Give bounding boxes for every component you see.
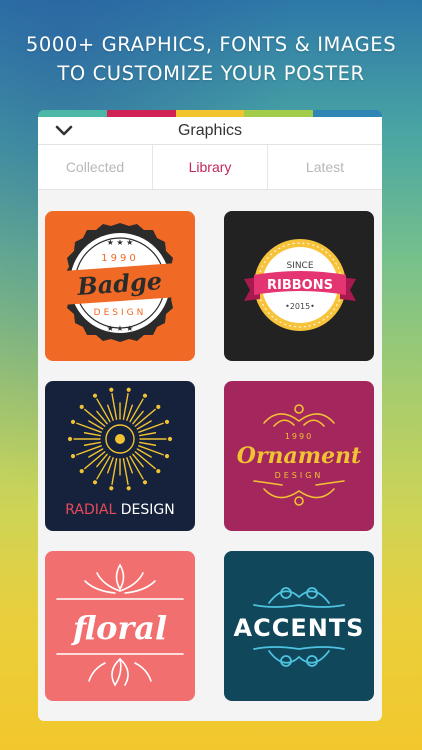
radial-dot (109, 387, 114, 392)
ribbons-year: •2015• (285, 302, 315, 311)
radial-dot (70, 454, 76, 459)
radial-dot (164, 419, 170, 424)
radial-dot (156, 404, 161, 409)
headline: 5000+ GRAPHICS, FONTS & IMAGES TO CUSTOM… (0, 30, 422, 88)
ribbons-graphic: SINCE RIBBONS •2015• (224, 211, 374, 361)
tile-floral[interactable]: floral (45, 551, 195, 701)
floral-graphic: floral (45, 551, 195, 701)
accents-graphic: ACCENTS (224, 551, 374, 701)
ornament-year: 1990 (285, 432, 313, 441)
radial-title: RADIAL DESIGN (65, 502, 174, 518)
radial-dot (156, 469, 161, 474)
ornament-title: Ornament (237, 443, 361, 469)
radial-dot (79, 404, 84, 409)
badge-design-graphic: 1990 Badge DESIGN ★ ★ ★ ★ ★ ★ (45, 211, 195, 361)
badge-title: Badge (75, 266, 162, 301)
radial-dot (92, 480, 98, 485)
ornament-subtitle: DESIGN (275, 471, 324, 480)
ribbons-since: SINCE (286, 261, 313, 271)
radial-dot (167, 436, 173, 442)
ribbons-title: RIBBONS (267, 278, 333, 293)
svg-text:★ ★ ★: ★ ★ ★ (107, 238, 134, 247)
radial-dot (67, 436, 73, 442)
tile-ornament-design[interactable]: 1990 Ornament DESIGN (224, 381, 374, 531)
badge-subtitle: DESIGN (94, 308, 147, 318)
tab-bar: Collected Library Latest (38, 145, 382, 190)
panel-title: Graphics (177, 122, 243, 139)
tile-ribbons[interactable]: SINCE RIBBONS •2015• (224, 211, 374, 361)
radial-design-graphic: RADIAL DESIGN (45, 381, 195, 531)
badge-year: 1990 (101, 253, 138, 264)
radial-dot (142, 480, 148, 485)
radial-dot (126, 387, 131, 392)
radial-dot (142, 393, 148, 398)
radial-dot (126, 486, 131, 491)
tile-accents[interactable]: ACCENTS (224, 551, 374, 701)
radial-dot (70, 419, 76, 424)
tab-library[interactable]: Library (152, 145, 268, 189)
radial-dot (109, 486, 114, 491)
radial-dot (164, 454, 170, 459)
tab-collected[interactable]: Collected (38, 145, 152, 189)
tile-badge-design[interactable]: 1990 Badge DESIGN ★ ★ ★ ★ ★ ★ (45, 211, 195, 361)
tab-latest[interactable]: Latest (268, 145, 382, 189)
headline-line-1: 5000+ GRAPHICS, FONTS & IMAGES (25, 33, 397, 56)
svg-text:★ ★ ★: ★ ★ ★ (107, 324, 134, 333)
ornament-design-graphic: 1990 Ornament DESIGN (224, 381, 374, 531)
panel-header: Graphics (38, 117, 382, 145)
radial-dot (79, 469, 84, 474)
graphics-panel: Graphics Collected Library Latest 1990 B… (38, 117, 382, 721)
headline-line-2: TO CUSTOMIZE YOUR POSTER (57, 62, 365, 85)
tile-radial-design[interactable]: RADIAL DESIGN (45, 381, 195, 531)
radial-dot (92, 393, 98, 398)
accents-title: ACCENTS (234, 614, 365, 642)
floral-title: floral (71, 609, 167, 647)
